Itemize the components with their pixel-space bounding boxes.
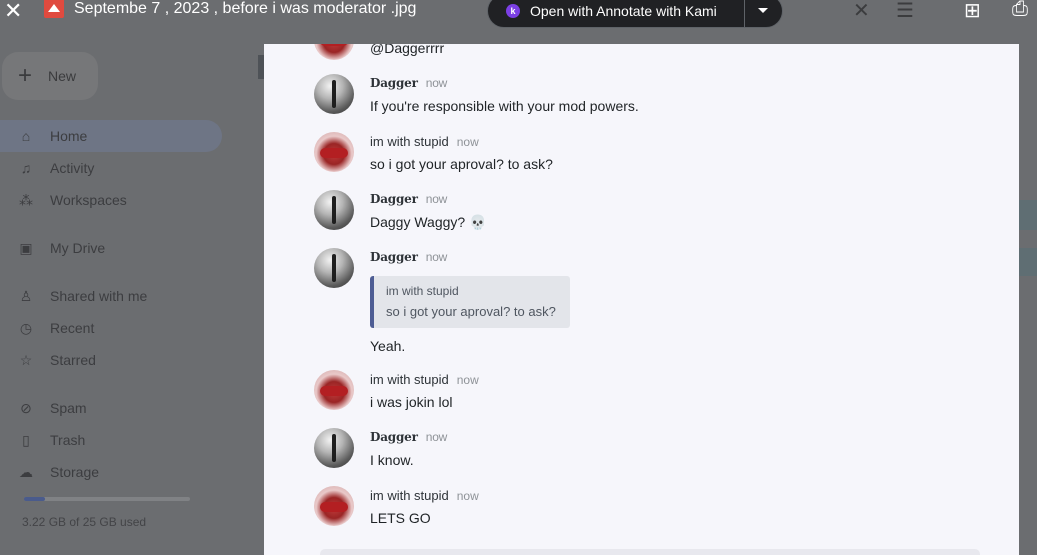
- avatar: [314, 74, 354, 114]
- author-name: Dagger: [370, 76, 418, 90]
- open-with-label: Open with Annotate with Kami: [530, 3, 717, 19]
- avatar: [314, 248, 354, 288]
- quote-author: im with stupid: [386, 284, 459, 298]
- message-author: im with stupid now: [370, 372, 479, 387]
- sidebar-item-workspaces[interactable]: ⁂ Workspaces: [0, 184, 222, 216]
- clock-icon: ◷: [19, 320, 33, 336]
- viewer-toolbar: ✕ Septembe 7 , 2023 , before i was moder…: [0, 0, 1037, 30]
- sidebar-item-label: Workspaces: [50, 192, 127, 208]
- message-text: i was jokin lol: [370, 394, 453, 410]
- plus-icon: +: [18, 62, 33, 89]
- message-text: LETS GO: [370, 510, 431, 526]
- sidebar-item-label: Recent: [50, 320, 95, 336]
- message-input-edge: [320, 549, 980, 555]
- storage-bar-fill: [24, 497, 46, 501]
- avatar: [314, 370, 354, 410]
- workspaces-icon: ⁂: [19, 192, 33, 208]
- drive-row-fragment: [1019, 248, 1037, 276]
- message-text: Daggy Waggy? 💀: [370, 214, 487, 230]
- message-time: now: [425, 76, 448, 90]
- chevron-down-icon[interactable]: [758, 8, 768, 13]
- sidebar-item-starred[interactable]: ☆ Starred: [0, 344, 222, 376]
- image-file-icon: [44, 0, 64, 18]
- author-name: im with stupid: [370, 488, 449, 503]
- kami-icon: k: [506, 4, 520, 18]
- close-icon[interactable]: ✕: [853, 0, 870, 23]
- avatar: [314, 428, 354, 468]
- message-text: I know.: [370, 452, 414, 468]
- message-text: @Daggerrrr: [370, 44, 445, 56]
- star-icon: ☆: [19, 352, 33, 368]
- quote-text: so i got your aproval? to ask?: [386, 304, 556, 319]
- author-name: Dagger: [370, 192, 418, 206]
- drive-row-fragment: [1019, 200, 1037, 230]
- message-author: im with stupid now: [370, 488, 479, 503]
- sidebar-item-recent[interactable]: ◷ Recent: [0, 312, 222, 344]
- message-text: Yeah.: [370, 338, 406, 354]
- file-title: Septembe 7 , 2023 , before i was moderat…: [74, 0, 417, 17]
- sidebar-item-spam[interactable]: ⊘ Spam: [0, 392, 222, 424]
- message-time: now: [456, 135, 479, 149]
- message-author: Dagger now: [370, 430, 447, 444]
- sidebar-item-storage[interactable]: ☁ Storage: [0, 456, 222, 488]
- message-time: now: [456, 489, 479, 503]
- message-author: Dagger now: [370, 250, 447, 264]
- open-with-button[interactable]: k Open with Annotate with Kami: [487, 0, 783, 28]
- divider: [744, 0, 745, 27]
- author-name: im with stupid: [370, 372, 449, 387]
- sidebar-item-activity[interactable]: ♫ Activity: [0, 152, 222, 184]
- close-icon[interactable]: ✕: [4, 0, 22, 24]
- message-text: so i got your aproval? to ask?: [370, 156, 553, 172]
- storage-text: 3.22 GB of 25 GB used: [22, 515, 147, 529]
- avatar: [314, 190, 354, 230]
- message-time: now: [425, 250, 448, 264]
- sidebar-item-label: Storage: [50, 464, 100, 480]
- print-icon[interactable]: ⎙: [1012, 0, 1028, 21]
- sidebar-item-label: Starred: [50, 352, 96, 368]
- drive-sidebar: + New ⌂ Home ♫ Activity ⁂ Workspaces ▣ M…: [0, 0, 240, 555]
- message-author: Dagger now: [370, 76, 447, 90]
- sidebar-item-home[interactable]: ⌂ Home: [0, 120, 222, 152]
- add-comment-icon[interactable]: ⊞: [964, 0, 981, 23]
- storage-bar: [24, 497, 190, 501]
- avatar: [314, 486, 354, 526]
- message-time: now: [456, 373, 479, 387]
- sidebar-item-label: Activity: [50, 160, 95, 176]
- sidebar-item-label: Shared with me: [50, 288, 148, 304]
- sidebar-item-my-drive[interactable]: ▣ My Drive: [0, 232, 222, 264]
- sidebar-item-label: My Drive: [50, 240, 106, 256]
- trash-icon: ▯: [22, 432, 30, 448]
- message-time: now: [425, 192, 448, 206]
- people-icon: ♙: [19, 288, 33, 304]
- avatar: [314, 44, 354, 60]
- sliders-icon[interactable]: ☰: [896, 0, 914, 23]
- sidebar-item-trash[interactable]: ▯ Trash: [0, 424, 222, 456]
- spam-icon: ⊘: [20, 400, 32, 416]
- sidebar-item-label: Spam: [50, 400, 87, 416]
- sidebar-item-label: Trash: [50, 432, 86, 448]
- message-author: im with stupid now: [370, 134, 479, 149]
- chat-screenshot: @Daggerrrr Dagger now If you're responsib…: [264, 44, 1019, 555]
- new-button-label: New: [48, 68, 77, 84]
- author-name: im with stupid: [370, 134, 449, 149]
- drive-icon: ▣: [19, 240, 33, 256]
- message-time: now: [425, 430, 448, 444]
- home-icon: ⌂: [21, 128, 31, 144]
- bell-icon: ♫: [20, 160, 32, 176]
- author-name: Dagger: [370, 430, 418, 444]
- author-name: Dagger: [370, 250, 418, 264]
- avatar: [314, 132, 354, 172]
- message-author: Dagger now: [370, 192, 447, 206]
- sidebar-item-label: Home: [50, 128, 88, 144]
- sidebar-item-shared[interactable]: ♙ Shared with me: [0, 280, 222, 312]
- cloud-icon: ☁: [19, 464, 33, 480]
- reply-quote[interactable]: im with stupid so i got your aproval? to…: [370, 276, 570, 328]
- message-text: If you're responsible with your mod powe…: [370, 98, 639, 114]
- new-button[interactable]: + New: [2, 52, 98, 100]
